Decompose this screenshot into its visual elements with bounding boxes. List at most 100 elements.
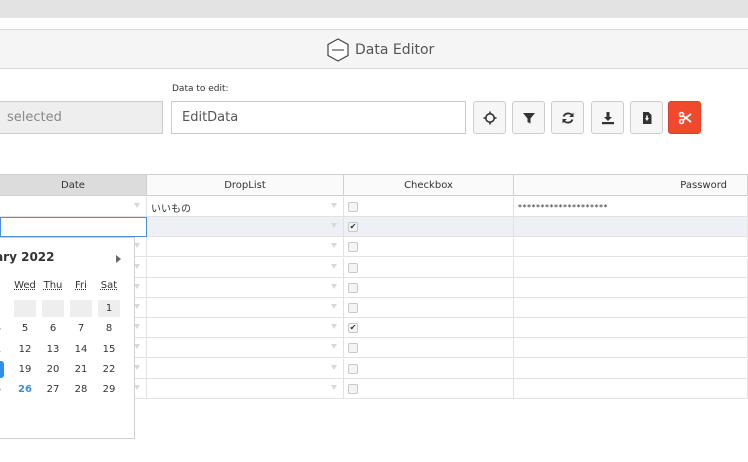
droplist-cell[interactable] [147, 318, 344, 339]
droplist-cell[interactable] [147, 338, 344, 359]
row-checkbox[interactable] [348, 242, 358, 253]
password-cell[interactable] [514, 257, 748, 278]
header-password[interactable]: Password [514, 174, 748, 196]
calendar-day[interactable]: 12 [14, 341, 36, 358]
chevron-down-icon [331, 344, 337, 350]
chevron-down-icon [331, 263, 337, 269]
droplist-value: いいもの [151, 203, 191, 215]
droplist-cell[interactable] [147, 298, 344, 318]
calendar-weekday: Fri [75, 280, 87, 291]
password-cell[interactable]: ******************** [514, 197, 748, 217]
chevron-down-icon [331, 324, 337, 330]
calendar-weekday: Sat [100, 280, 118, 291]
row-checkbox[interactable] [348, 343, 358, 354]
checkbox-cell [344, 277, 514, 298]
refresh-icon [562, 112, 573, 123]
calendar-day [70, 300, 92, 317]
calendar-day[interactable]: 5 [14, 320, 36, 337]
row-checkbox[interactable] [348, 303, 358, 313]
calendar-day[interactable]: 19 [14, 361, 36, 378]
password-cell[interactable] [514, 358, 748, 379]
page-title: Data Editor [355, 42, 435, 58]
password-cell[interactable] [514, 338, 748, 359]
next-month-icon[interactable] [116, 255, 121, 263]
droplist-cell[interactable] [147, 237, 344, 258]
row-checkbox[interactable] [348, 202, 358, 212]
calendar-day[interactable]: 8 [98, 320, 120, 337]
data-to-edit-input[interactable]: EditData [171, 101, 466, 134]
chevron-down-icon [331, 223, 337, 229]
row-checkbox[interactable] [348, 383, 358, 394]
table-row[interactable]: いいもの ******************** [0, 197, 748, 217]
chevron-down-icon [331, 203, 337, 208]
droplist-cell[interactable]: いいもの [147, 197, 344, 217]
calendar-weekday: Thu [43, 280, 63, 291]
download-icon [601, 111, 614, 124]
row-checkbox[interactable] [348, 282, 358, 293]
calendar-day[interactable]: 28 [70, 381, 92, 398]
calendar-day[interactable]: 22 [98, 361, 120, 378]
title-bar: Data Editor [0, 29, 748, 69]
chevron-down-icon [331, 364, 337, 370]
row-checkbox[interactable]: ✔ [348, 323, 358, 334]
droplist-cell[interactable] [147, 378, 344, 399]
droplist-cell[interactable] [147, 358, 344, 379]
selected-input[interactable]: selected [0, 101, 163, 134]
calendar-day[interactable]: 5 [0, 381, 6, 398]
data-to-edit-value: EditData [182, 110, 239, 125]
top-bar [0, 0, 748, 18]
title-wrap: Data Editor [326, 36, 434, 64]
password-cell[interactable] [514, 378, 748, 399]
password-cell[interactable] [514, 277, 748, 298]
password-cell[interactable] [514, 318, 748, 339]
header-date[interactable]: Date [0, 174, 147, 196]
filter-icon [522, 112, 535, 123]
calendar-day[interactable]: 15 [98, 341, 120, 358]
row-checkbox[interactable]: ✔ [348, 222, 358, 233]
droplist-cell[interactable] [147, 257, 344, 278]
hex-logo-icon [327, 38, 349, 62]
calendar-day[interactable]: 27 [42, 381, 64, 398]
chevron-down-icon [331, 304, 337, 309]
chevron-down-icon [331, 283, 337, 289]
save-file-button[interactable] [630, 101, 663, 134]
file-download-icon [642, 111, 651, 124]
droplist-cell[interactable] [147, 277, 344, 298]
password-cell[interactable] [514, 298, 748, 318]
data-to-edit-label: Data to edit: [172, 84, 229, 94]
calendar-weekday: Wed [14, 280, 36, 291]
calendar-day[interactable]: 1 [0, 341, 6, 358]
calendar-day [42, 300, 64, 317]
calendar-day[interactable]: 20 [42, 361, 64, 378]
password-cell[interactable] [514, 217, 748, 238]
calendar-day[interactable]: 26 [14, 381, 36, 398]
header-checkbox[interactable]: Checkbox [344, 174, 514, 196]
calendar-day[interactable]: 29 [98, 381, 120, 398]
calendar-day[interactable]: 6 [42, 320, 64, 337]
calendar-day[interactable]: 13 [42, 341, 64, 358]
crosshair-icon [483, 111, 496, 124]
calendar-day[interactable] [0, 360, 4, 378]
download-button[interactable] [591, 101, 624, 134]
row-checkbox[interactable] [348, 262, 358, 273]
password-cell[interactable] [514, 237, 748, 258]
date-picker: nuary 2022 WedThuFriSat15678412131415119… [0, 237, 135, 439]
filter-button[interactable] [512, 101, 545, 134]
calendar-day[interactable]: 1 [98, 300, 120, 317]
date-edit-input[interactable] [0, 217, 147, 237]
row-checkbox[interactable] [348, 363, 358, 374]
checkbox-cell [344, 378, 514, 399]
date-cell[interactable] [0, 197, 147, 217]
chevron-down-icon [134, 203, 140, 208]
calendar-day[interactable]: 14 [70, 341, 92, 358]
calendar-day[interactable]: 4 [0, 320, 6, 337]
header-droplist[interactable]: DropList [147, 174, 344, 196]
checkbox-cell [344, 257, 514, 278]
locate-button[interactable] [473, 101, 506, 134]
calendar-day[interactable]: 7 [70, 320, 92, 337]
calendar-day[interactable]: 21 [70, 361, 92, 378]
sync-button[interactable] [551, 101, 584, 134]
scissors-icon [678, 111, 692, 124]
droplist-cell[interactable] [147, 217, 344, 238]
delete-button[interactable] [668, 101, 701, 134]
